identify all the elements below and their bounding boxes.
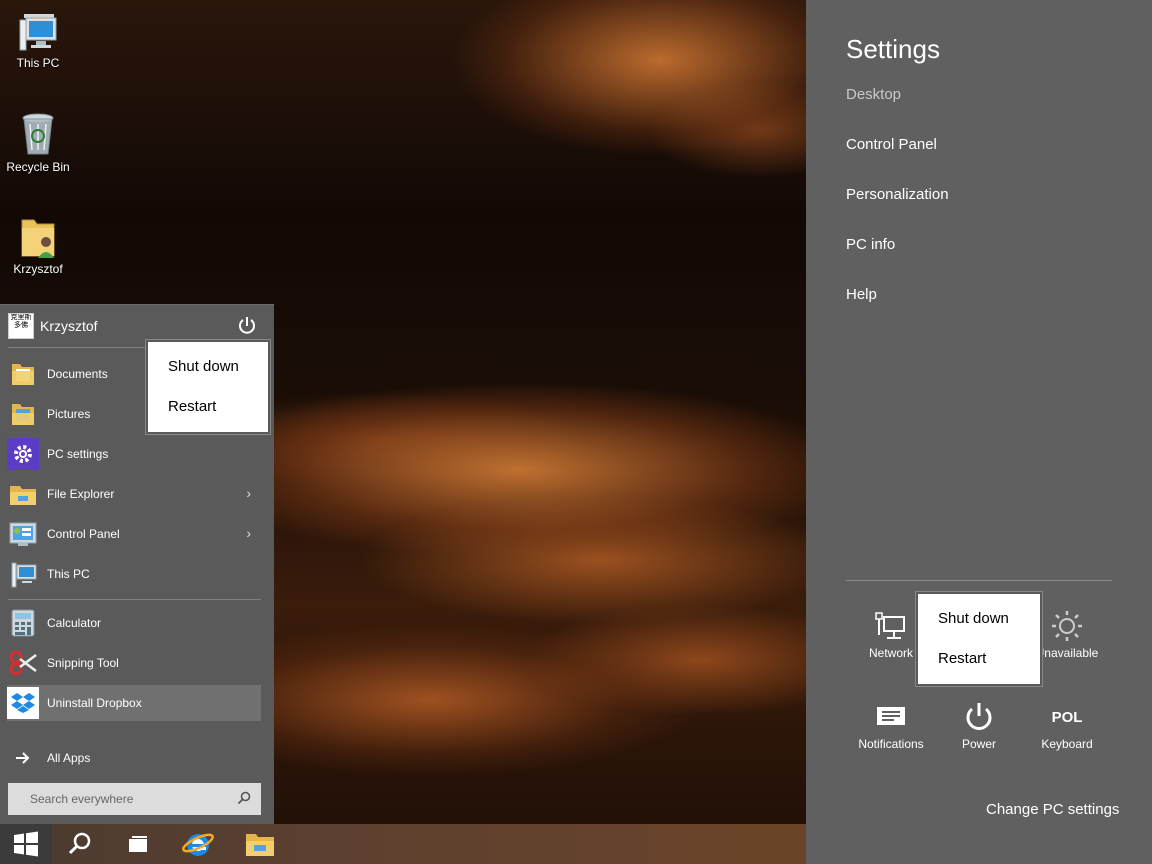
start-item-this-pc[interactable]: This PC [7,556,261,592]
search-icon [68,832,91,855]
search-input[interactable]: Search everywhere [8,783,261,815]
start-power-menu: Shut down Restart [146,340,270,434]
pictures-folder-icon [7,398,39,430]
settings-charm: Settings Desktop Control Panel Personali… [806,0,1152,864]
chevron-right-icon[interactable]: › [246,525,251,541]
all-apps-button[interactable]: All Apps [7,740,261,776]
start-item-label: This PC [47,567,90,581]
start-item-calculator[interactable]: Calculator [7,605,261,641]
computer-icon [19,14,57,51]
start-item-label: Calculator [47,616,102,630]
start-item-uninstall-dropbox[interactable]: Uninstall Dropbox [7,685,261,721]
tile-label: Notifications [858,737,924,751]
keyboard-tile[interactable]: POL Keyboard [1022,697,1112,752]
calculator-icon [7,607,39,639]
restart-option[interactable]: Restart [938,650,986,667]
scissors-icon [7,647,39,679]
charm-link-control-panel[interactable]: Control Panel [846,136,937,153]
taskbar [0,824,806,864]
desktop-icon-label: Krzysztof [13,262,63,276]
tile-label: Unavailable [1035,646,1099,660]
shut-down-option[interactable]: Shut down [938,610,1009,627]
start-item-file-explorer[interactable]: File Explorer › [7,476,261,512]
chevron-right-icon[interactable]: › [246,485,251,501]
search-placeholder: Search everywhere [30,792,134,806]
start-item-label: Uninstall Dropbox [47,696,142,710]
charm-link-personalization[interactable]: Personalization [846,186,949,203]
change-pc-settings-link[interactable]: Change PC settings [986,801,1119,818]
power-icon [934,697,1024,737]
notifications-tile[interactable]: Notifications [846,697,936,751]
power-tile[interactable]: Power [934,697,1024,751]
tile-label: Keyboard [1041,737,1093,751]
charm-link-help[interactable]: Help [846,286,877,303]
charm-context: Desktop [846,86,902,103]
desktop-icon-this-pc[interactable]: This PC [0,10,76,70]
user-name: Krzysztof [40,318,98,334]
power-icon [239,317,255,334]
arrow-right-icon [7,742,39,774]
start-item-label: PC settings [47,447,109,461]
divider [8,599,261,600]
desktop-icon-label: This PC [16,56,60,70]
charm-divider [846,580,1112,581]
start-item-label: Snipping Tool [47,656,119,670]
shut-down-option[interactable]: Shut down [168,358,239,375]
task-view-icon [129,836,147,852]
start-item-label: Documents [47,367,108,381]
internet-explorer-icon [182,833,214,856]
charm-power-menu: Shut down Restart [916,592,1042,686]
charm-title: Settings [846,34,940,64]
start-button[interactable] [0,824,52,864]
start-item-control-panel[interactable]: Control Panel › [7,516,261,552]
start-item-label: Pictures [47,407,91,421]
desktop-icon-label: Recycle Bin [6,160,70,174]
power-button[interactable] [236,315,258,337]
user-folder-icon [21,219,55,258]
start-item-pc-settings[interactable]: PC settings [7,436,261,472]
recycle-bin-icon [22,113,54,155]
start-item-label: Control Panel [47,527,120,541]
keyboard-layout-code: POL [1051,708,1083,726]
notifications-icon [846,697,936,737]
internet-explorer-button[interactable] [172,824,224,864]
search-icon [237,791,251,805]
start-menu-user[interactable]: 克里斯多佛 Krzysztof [8,313,98,339]
start-item-snipping-tool[interactable]: Snipping Tool [7,645,261,681]
desktop-icon-recycle-bin[interactable]: Recycle Bin [0,110,76,174]
restart-option[interactable]: Restart [168,398,216,415]
file-explorer-icon [7,478,39,510]
windows-logo-icon [14,831,38,857]
tile-label: Network [868,646,913,660]
computer-icon [7,558,39,590]
task-view-button[interactable] [112,824,164,864]
desktop-icon-user-folder[interactable]: Krzysztof [0,212,76,276]
documents-folder-icon [7,358,39,390]
file-explorer-taskbar-button[interactable] [234,824,286,864]
charm-link-pc-info[interactable]: PC info [846,236,895,253]
dropbox-icon [7,687,39,719]
tile-label: Power [961,737,996,751]
avatar: 克里斯多佛 [8,313,34,339]
all-apps-label: All Apps [47,751,91,765]
file-explorer-icon [246,834,274,856]
taskbar-search-button[interactable] [54,824,106,864]
start-item-label: File Explorer [47,487,115,501]
gear-icon [7,438,39,470]
control-panel-icon [7,518,39,550]
